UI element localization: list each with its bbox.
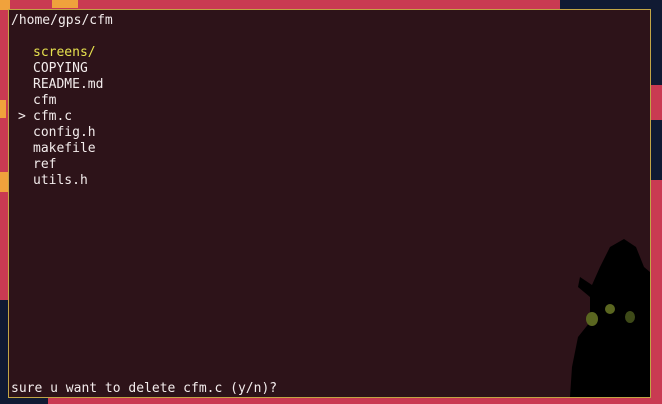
file-entry[interactable]: cfm bbox=[9, 93, 103, 109]
file-name: cfm bbox=[33, 93, 57, 108]
selection-cursor bbox=[9, 45, 33, 61]
directory-name: screens/ bbox=[33, 45, 96, 60]
terminal-window[interactable]: /home/gps/cfm screens/COPYING README.md cf… bbox=[8, 9, 651, 398]
selection-cursor bbox=[9, 77, 33, 93]
file-list[interactable]: screens/COPYING README.md cfm > cfm.c config.… bbox=[9, 45, 103, 189]
file-entry[interactable]: ref bbox=[9, 157, 103, 173]
selection-cursor bbox=[9, 61, 33, 77]
current-path: /home/gps/cfm bbox=[11, 13, 113, 28]
delete-confirm-prompt: sure u want to delete cfm.c (y/n)? bbox=[11, 381, 278, 396]
selection-cursor bbox=[9, 141, 33, 157]
selection-cursor bbox=[9, 125, 33, 141]
file-entry[interactable]: utils.h bbox=[9, 173, 103, 189]
selection-cursor bbox=[9, 157, 33, 173]
file-entry[interactable]: config.h bbox=[9, 125, 103, 141]
file-entry[interactable]: screens/ bbox=[9, 45, 103, 61]
file-name: config.h bbox=[33, 125, 96, 140]
selection-cursor: > bbox=[18, 109, 26, 124]
file-name: makefile bbox=[33, 141, 96, 156]
selection-cursor bbox=[9, 93, 33, 109]
file-name: COPYING bbox=[33, 61, 88, 76]
file-name: utils.h bbox=[33, 173, 88, 188]
file-name: ref bbox=[33, 157, 57, 172]
file-entry[interactable]: > cfm.c bbox=[9, 109, 103, 125]
selection-cursor bbox=[9, 173, 33, 189]
file-entry[interactable]: COPYING bbox=[9, 61, 103, 77]
character-silhouette bbox=[570, 239, 650, 397]
file-name: README.md bbox=[33, 77, 104, 92]
file-entry[interactable]: README.md bbox=[9, 77, 103, 93]
file-entry[interactable]: makefile bbox=[9, 141, 103, 157]
file-name: cfm.c bbox=[33, 109, 73, 124]
